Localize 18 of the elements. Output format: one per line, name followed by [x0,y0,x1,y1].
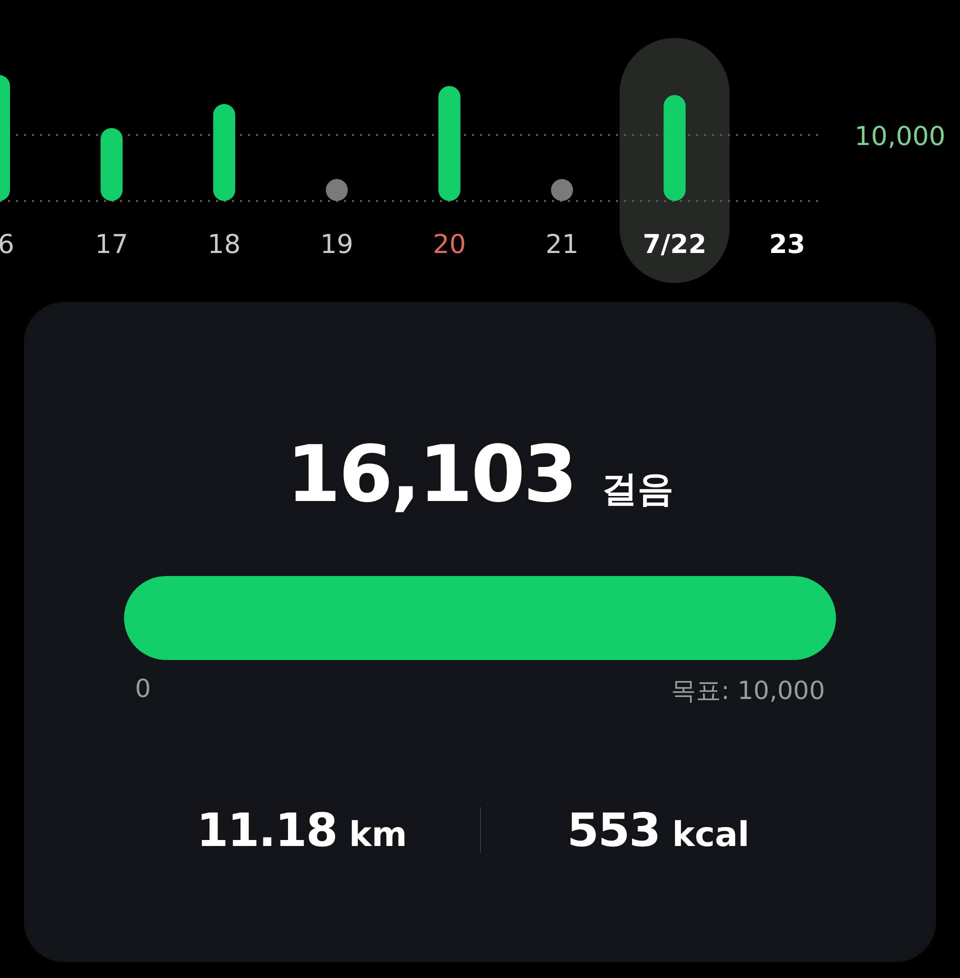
day-label[interactable]: 20 [432,230,466,260]
stat-value: 11.18 [196,803,337,857]
stat-unit: kcal [672,815,750,855]
no-steps-dot [551,179,573,201]
day-label[interactable]: 17 [95,230,128,260]
step-unit: 걸음 [602,468,674,512]
goal-line-label: 10,000 [854,122,946,152]
day-label[interactable]: 19 [320,230,354,260]
day-label[interactable]: 21 [545,230,579,260]
stat-value: 553 [567,803,660,857]
day-label[interactable]: 23 [769,230,806,260]
no-steps-dot [326,179,348,201]
goal-label: 목표: 10,000 [671,675,825,707]
stat-unit: km [348,815,408,855]
scale-min-label: 0 [135,674,151,705]
step-count: 16,103 [286,430,576,520]
day-label[interactable]: 7/22 [642,230,706,260]
day-label[interactable]: 18 [208,230,241,260]
